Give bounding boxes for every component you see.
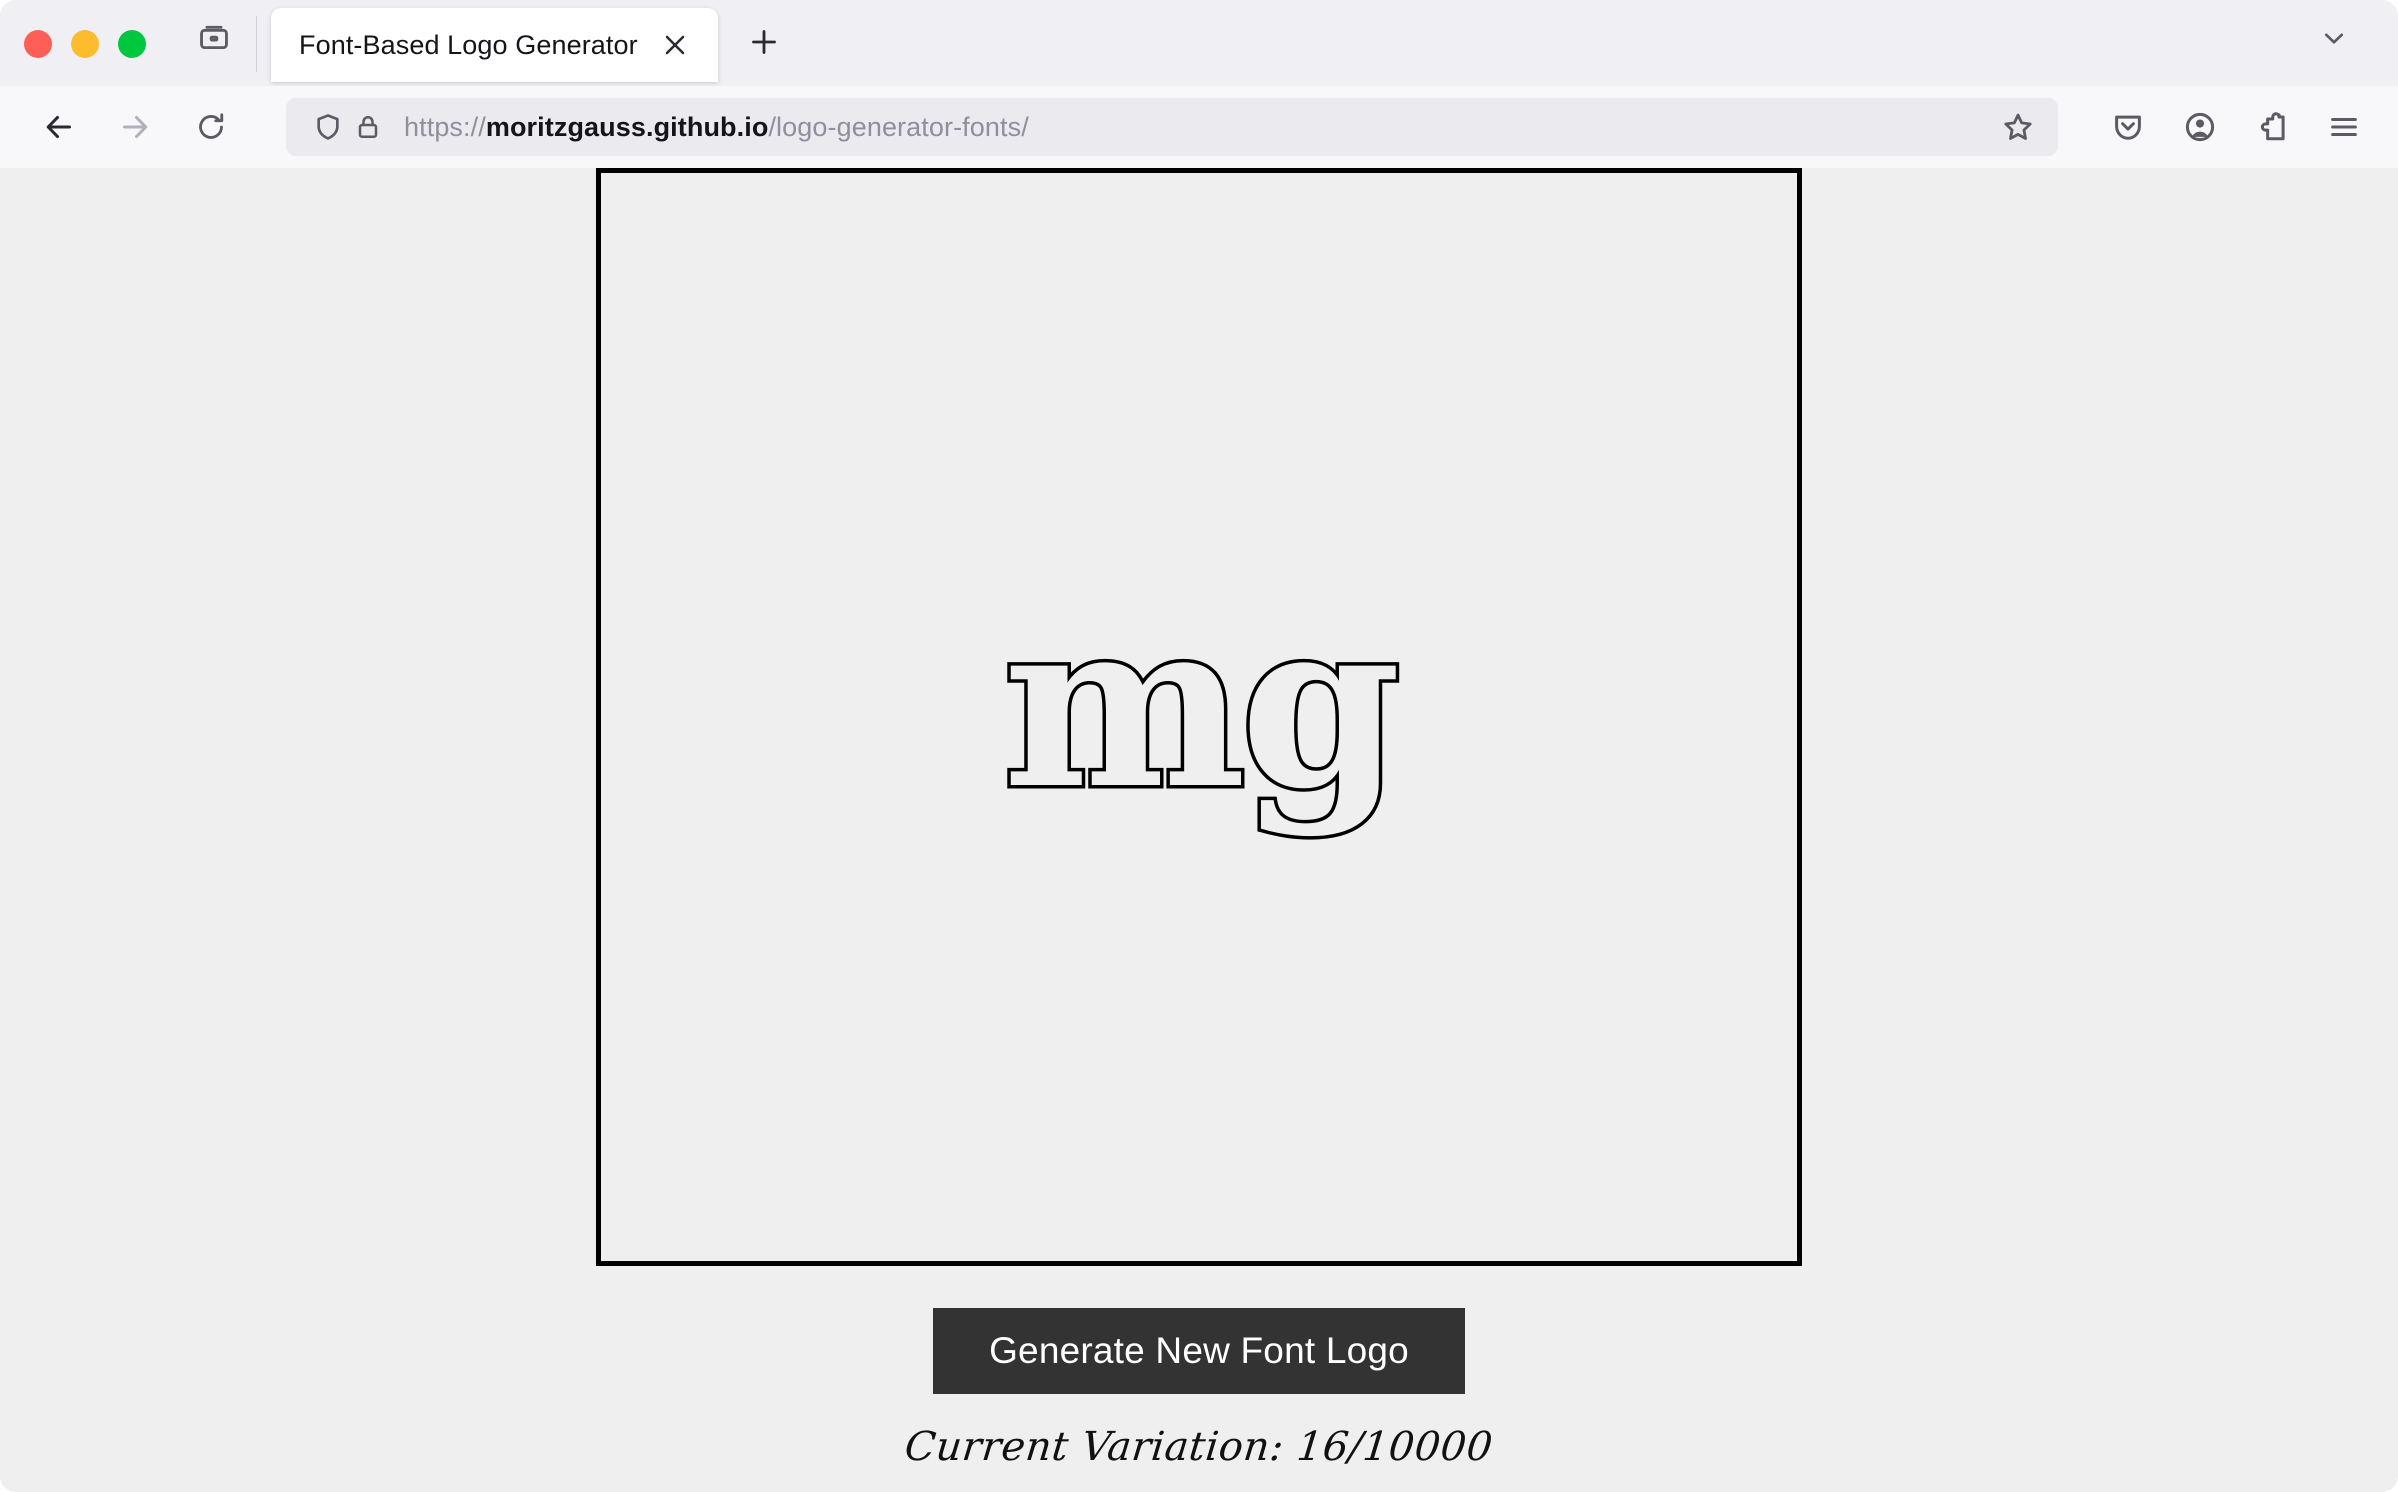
shield-icon[interactable] <box>308 107 348 147</box>
window-minimize-button[interactable] <box>71 30 99 58</box>
reload-button[interactable] <box>182 98 240 156</box>
firefox-view-icon <box>197 21 231 55</box>
url-scheme: https:// <box>404 111 486 142</box>
browser-tab[interactable]: Font-Based Logo Generator <box>271 8 718 82</box>
window-traffic-lights <box>0 30 146 86</box>
url-host: moritzgauss.github.io <box>485 111 769 142</box>
plus-icon <box>747 25 781 59</box>
tab-strip-divider <box>256 16 257 72</box>
navigation-toolbar: https://moritzgauss.github.io/logo-gener… <box>0 86 2398 168</box>
tab-close-button[interactable] <box>654 24 696 66</box>
logo-canvas[interactable]: mg <box>596 168 1802 1266</box>
tab-strip: Font-Based Logo Generator <box>0 0 2398 86</box>
app-menu-hamburger-icon <box>2326 109 2362 145</box>
window-maximize-button[interactable] <box>118 30 146 58</box>
page-content: mg Generate New Font Logo Current Variat… <box>0 168 2398 1492</box>
new-tab-button[interactable] <box>740 18 788 66</box>
back-button[interactable] <box>30 98 88 156</box>
list-all-tabs-button[interactable] <box>2308 12 2360 64</box>
bookmark-star-icon[interactable] <box>1996 105 2040 149</box>
pocket-save-button[interactable] <box>2100 99 2156 155</box>
lock-icon[interactable] <box>348 107 388 147</box>
forward-button[interactable] <box>106 98 164 156</box>
app-menu-button[interactable] <box>2316 99 2372 155</box>
browser-window: Font-Based Logo Generator https://moritz… <box>0 0 2398 1492</box>
url-text[interactable]: https://moritzgauss.github.io/logo-gener… <box>404 112 1996 143</box>
tab-title: Font-Based Logo Generator <box>299 29 638 60</box>
url-bar[interactable]: https://moritzgauss.github.io/logo-gener… <box>286 98 2058 156</box>
account-button[interactable] <box>2172 99 2228 155</box>
arrow-right-icon <box>117 109 153 145</box>
extensions-puzzle-icon <box>2254 109 2290 145</box>
arrow-left-icon <box>41 109 77 145</box>
generate-new-font-logo-button[interactable]: Generate New Font Logo <box>933 1308 1465 1394</box>
pocket-save-icon <box>2110 109 2146 145</box>
generated-logo-text: mg <box>999 570 1404 840</box>
account-icon <box>2182 109 2218 145</box>
current-variation-status: Current Variation: 16/10000 <box>902 1424 1496 1470</box>
extensions-button[interactable] <box>2244 99 2300 155</box>
reload-icon <box>194 110 228 144</box>
firefox-view-button[interactable] <box>188 12 240 64</box>
chevron-down-icon <box>2318 22 2350 54</box>
window-close-button[interactable] <box>24 30 52 58</box>
url-path: /logo-generator-fonts/ <box>768 111 1029 142</box>
